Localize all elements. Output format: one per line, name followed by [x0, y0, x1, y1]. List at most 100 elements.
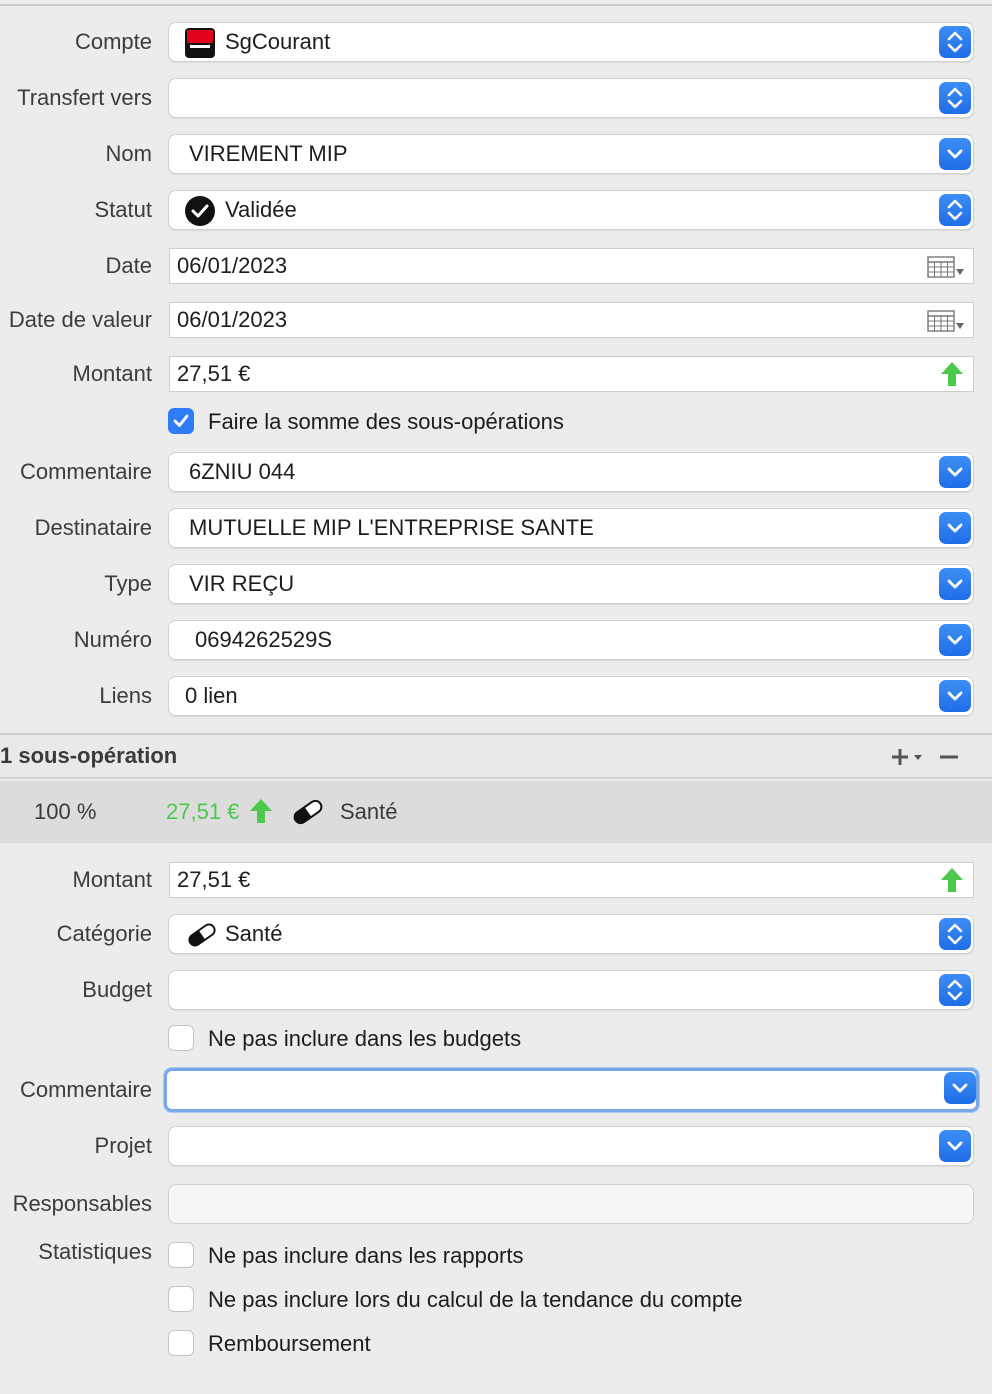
sub-montant-value: 27,51 € — [177, 867, 251, 892]
date-field[interactable]: 06/01/2023 — [169, 248, 974, 284]
date-value: 06/01/2023 — [177, 253, 288, 278]
statut-label: Statut — [94, 197, 152, 222]
chevron-down-icon[interactable] — [939, 680, 971, 712]
chevron-down-icon[interactable] — [939, 1130, 971, 1162]
row-responsables: Responsables — [0, 1182, 992, 1226]
statut-popup[interactable]: Validée — [168, 190, 974, 230]
row-numero: Numéro 0694262529S — [0, 618, 992, 662]
row-type: Type VIR REÇU — [0, 562, 992, 606]
montant-field[interactable]: 27,51 € — [169, 356, 974, 392]
date-label: Date — [105, 253, 152, 278]
transfert-popup[interactable] — [168, 78, 974, 118]
income-arrow-up-icon[interactable] — [939, 867, 965, 893]
add-suboperation-button[interactable]: + — [890, 745, 930, 769]
income-arrow-up-icon[interactable] — [939, 361, 965, 387]
row-transfert: Transfert vers — [0, 76, 992, 120]
up-down-stepper-icon[interactable] — [939, 974, 971, 1006]
nom-combobox[interactable]: VIREMENT MIP — [168, 134, 974, 174]
nom-label: Nom — [105, 141, 152, 166]
date-valeur-field[interactable]: 06/01/2023 — [169, 302, 974, 338]
type-combobox[interactable]: VIR REÇU — [168, 564, 974, 604]
commentaire-label: Commentaire — [19, 459, 152, 484]
chevron-down-icon[interactable] — [939, 568, 971, 600]
checkmark-icon — [173, 414, 189, 427]
compte-popup[interactable]: SgCourant — [168, 22, 974, 62]
liens-popup[interactable]: 0 lien — [168, 676, 974, 716]
destinataire-value: MUTUELLE MIP L'ENTREPRISE SANTE — [189, 515, 594, 540]
income-arrow-up-icon — [250, 799, 272, 823]
row-nom: Nom VIREMENT MIP — [0, 132, 992, 176]
categorie-label: Catégorie — [56, 921, 152, 946]
projet-label: Projet — [94, 1133, 152, 1158]
commentaire-value: 6ZNIU 044 — [189, 459, 296, 484]
row-sub-montant: Montant 27,51 € — [0, 858, 992, 902]
sub-montant-field[interactable]: 27,51 € — [169, 862, 974, 898]
liens-value: 0 lien — [185, 683, 238, 708]
statut-value: Validée — [225, 197, 297, 222]
up-down-stepper-icon[interactable] — [939, 82, 971, 114]
bank-logo-icon — [185, 28, 215, 58]
sub-commentaire-label: Commentaire — [19, 1077, 152, 1102]
remove-suboperation-button[interactable]: − — [938, 745, 960, 769]
destinataire-label: Destinataire — [34, 515, 152, 540]
somme-sous-ops-label: Faire la somme des sous-opérations — [208, 409, 564, 434]
date-valeur-label: Date de valeur — [8, 307, 152, 332]
suboperation-row[interactable]: 100 % 27,51 € Santé — [0, 781, 992, 843]
categorie-popup[interactable]: Santé — [168, 914, 974, 954]
chevron-down-icon[interactable] — [939, 138, 971, 170]
remboursement-checkbox-row[interactable]: Remboursement — [168, 1328, 988, 1360]
pill-icon — [188, 923, 216, 947]
exclude-budgets-checkbox-row[interactable]: Ne pas inclure dans les budgets — [168, 1023, 988, 1055]
suboperations-header: 1 sous-opération + − — [0, 733, 992, 779]
row-statut: Statut Validée — [0, 188, 992, 232]
exclude-budgets-label: Ne pas inclure dans les budgets — [208, 1026, 522, 1051]
row-commentaire: Commentaire 6ZNIU 044 — [0, 450, 992, 494]
row-projet: Projet — [0, 1124, 992, 1168]
destinataire-combobox[interactable]: MUTUELLE MIP L'ENTREPRISE SANTE — [168, 508, 974, 548]
up-down-stepper-icon[interactable] — [939, 918, 971, 950]
type-value: VIR REÇU — [189, 571, 295, 596]
row-budget: Budget — [0, 968, 992, 1012]
row-destinataire: Destinataire MUTUELLE MIP L'ENTREPRISE S… — [0, 506, 992, 550]
up-down-stepper-icon[interactable] — [939, 26, 971, 58]
exclude-trend-checkbox[interactable] — [168, 1286, 194, 1312]
budget-popup[interactable] — [168, 970, 974, 1010]
projet-combobox[interactable] — [168, 1126, 974, 1166]
responsables-label: Responsables — [12, 1191, 152, 1216]
somme-sous-ops-checkbox-row[interactable]: Faire la somme des sous-opérations — [168, 406, 988, 438]
compte-value: SgCourant — [225, 29, 331, 54]
checkmark-circle-icon — [185, 196, 215, 226]
top-divider — [0, 4, 992, 6]
commentaire-combobox[interactable]: 6ZNIU 044 — [168, 452, 974, 492]
chevron-down-icon[interactable] — [939, 456, 971, 488]
up-down-stepper-icon[interactable] — [939, 194, 971, 226]
chevron-down-icon[interactable] — [939, 624, 971, 656]
remboursement-checkbox[interactable] — [168, 1330, 194, 1356]
numero-label: Numéro — [73, 627, 152, 652]
exclude-reports-checkbox-row[interactable]: Ne pas inclure dans les rapports — [168, 1240, 988, 1272]
exclude-trend-checkbox-row[interactable]: Ne pas inclure lors du calcul de la tend… — [168, 1284, 988, 1316]
chevron-down-icon[interactable] — [939, 512, 971, 544]
statistiques-label: Statistiques — [38, 1239, 152, 1264]
montant-label: Montant — [72, 361, 153, 386]
exclude-budgets-checkbox[interactable] — [168, 1025, 194, 1051]
categorie-value: Santé — [225, 921, 283, 946]
row-montant: Montant 27,51 € — [0, 352, 992, 396]
montant-value: 27,51 € — [177, 361, 251, 386]
chevron-down-icon[interactable] — [944, 1072, 976, 1104]
pill-icon — [293, 799, 323, 825]
responsables-token-field[interactable] — [168, 1184, 974, 1224]
type-label: Type — [104, 571, 152, 596]
date-valeur-value: 06/01/2023 — [177, 307, 288, 332]
row-categorie: Catégorie Santé — [0, 912, 992, 956]
remboursement-label: Remboursement — [208, 1331, 371, 1356]
calendar-picker-icon[interactable] — [927, 255, 967, 279]
exclude-trend-label: Ne pas inclure lors du calcul de la tend… — [208, 1287, 743, 1312]
suboperations-title: 1 sous-opération — [0, 743, 178, 768]
somme-sous-ops-checkbox[interactable] — [168, 408, 194, 434]
exclude-reports-label: Ne pas inclure dans les rapports — [208, 1243, 524, 1268]
calendar-picker-icon[interactable] — [927, 309, 967, 333]
exclude-reports-checkbox[interactable] — [168, 1242, 194, 1268]
numero-combobox[interactable]: 0694262529S — [168, 620, 974, 660]
sub-commentaire-combobox[interactable] — [164, 1068, 979, 1112]
